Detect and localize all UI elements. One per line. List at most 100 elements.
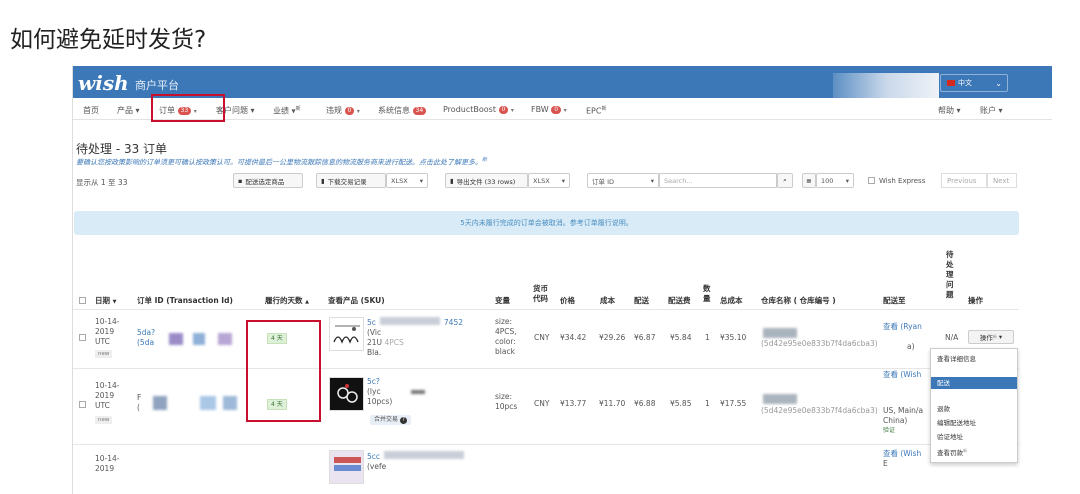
th-shipping: 配送 (634, 296, 649, 305)
menu-ship[interactable]: 配送 (931, 377, 1017, 389)
search-icon[interactable]: ⌕ (777, 173, 793, 188)
nav-system-info[interactable]: 系统信息 34 (378, 105, 427, 116)
per-page-select[interactable]: 100 ▾ (816, 173, 854, 188)
search-input[interactable]: Search... (659, 173, 777, 188)
row2-total: ¥17.55 (720, 399, 747, 408)
row3-date: 10-14- 2019 (95, 454, 120, 473)
th-action: 操作 (968, 296, 983, 305)
th-days[interactable]: 履行的天数 ▲ (265, 295, 309, 306)
row2-variant: size: 10pcs (495, 392, 518, 411)
menu-view-fines[interactable]: 查看罚款新 (931, 445, 1017, 457)
nav-help[interactable]: 帮助 ▾ (938, 105, 961, 116)
row2-cost: ¥11.70 (599, 399, 626, 408)
product-image-icon (334, 457, 361, 471)
th-price: 价格 (560, 296, 575, 305)
nav-fbw[interactable]: FBW 0 ▾ (531, 105, 567, 114)
row-checkbox[interactable] (79, 334, 86, 341)
row1-price: ¥34.42 (560, 333, 587, 342)
nav-productboost[interactable]: ProductBoost 0 ▾ (443, 105, 514, 114)
nav-violations[interactable]: 违规 0 ▾ (326, 105, 360, 116)
product-thumbnail[interactable] (329, 377, 364, 411)
list-icon[interactable]: ≣ (802, 173, 816, 188)
action-button[interactable]: 操作新 ▾ (968, 330, 1014, 344)
menu-verify-address[interactable]: 验证地址 (931, 431, 1017, 443)
language-select[interactable]: 中文 ⌄ (940, 74, 1008, 92)
ship-selected-button[interactable]: ▪ 配送选定商品 (233, 173, 303, 188)
new-badge: new (95, 350, 113, 358)
th-sku[interactable]: 查看产品 (SKU) (328, 295, 385, 306)
days-highlight-box (246, 320, 321, 422)
format-select-2[interactable]: XLSX ▾ (528, 173, 570, 188)
nav-products[interactable]: 产品 ▾ (117, 105, 140, 116)
th-variant: 变量 (495, 296, 510, 305)
row-divider (73, 368, 1019, 369)
row1-order-id[interactable]: 5da? (5da (137, 328, 155, 348)
row2-currency: CNY (534, 399, 550, 408)
th-order-id[interactable]: 订单 ID (Transaction Id) (137, 295, 233, 306)
blurred-id (200, 396, 216, 410)
row1-ship-to[interactable]: 查看 (Ryan a) (883, 322, 922, 352)
format-select-1[interactable]: XLSX ▾ (386, 173, 428, 188)
export-icon: ▮ (450, 176, 454, 185)
th-date[interactable]: 日期 ▼ (95, 295, 116, 306)
nav-home[interactable]: 首页 (83, 105, 99, 116)
blurred-warehouse (763, 328, 797, 338)
search-field-select[interactable]: 订单 ID ▾ (587, 173, 659, 188)
merge-transactions-pill[interactable]: 合并交易 ? (370, 415, 411, 425)
row1-shipping: ¥6.87 (634, 333, 656, 342)
row3-ship-to[interactable]: 查看 (Wish E (883, 449, 921, 469)
blurred-warehouse (763, 394, 797, 404)
menu-edit-address[interactable]: 编辑配送地址 (931, 417, 1017, 429)
nav-performance[interactable]: 业绩 ▾新 (273, 105, 301, 117)
row-divider (73, 444, 1019, 445)
header-divider (73, 309, 1019, 310)
blurred-id (169, 333, 183, 345)
wish-express-label: Wish Express (879, 177, 926, 185)
blurred-id (193, 333, 205, 345)
next-button[interactable]: Next (987, 173, 1017, 188)
blurred-account-area (833, 73, 939, 99)
th-cost: 成本 (600, 296, 615, 305)
showing-count: 显示从 1 至 33 (76, 178, 128, 187)
row1-warehouse: (5d42e95e0e833b7f4da6cba3) (761, 339, 878, 348)
row1-shipping-fee: ¥5.84 (670, 333, 692, 342)
wish-express-checkbox[interactable] (868, 177, 875, 184)
merchant-label: 商户平台 (135, 79, 179, 92)
menu-refund[interactable]: 退款 (931, 403, 1017, 415)
nav-epc[interactable]: EPC新 (586, 105, 606, 116)
nav-account[interactable]: 账户 ▾ (980, 105, 1003, 116)
info-bar: 5天内未履行完成的订单会被取消。参考订单履行说明。 (74, 211, 1019, 235)
china-flag-icon (947, 80, 955, 86)
language-label: 中文 (958, 79, 972, 87)
row-checkbox[interactable] (79, 401, 86, 408)
download-icon: ▮ (321, 176, 325, 185)
row1-cost: ¥29.26 (599, 333, 626, 342)
row1-currency: CNY (534, 333, 550, 342)
export-file-button[interactable]: ▮ 导出文件 (33 rows) (445, 173, 528, 188)
policy-notice[interactable]: 要确认您按政策影响的订单须更可确认按政策认可。可提供最后一公里物流跟踪信息的物流… (76, 156, 487, 167)
download-records-button[interactable]: ▮ 下载交易记录 (316, 173, 386, 188)
row2-quantity: 1 (705, 399, 710, 408)
product-thumbnail[interactable] (329, 317, 364, 351)
row1-total: ¥35.10 (720, 333, 747, 342)
wish-logo[interactable]: wish (78, 71, 129, 95)
th-total-cost: 总成本 (720, 296, 743, 305)
row3-sku[interactable]: 5cc (vefe (367, 451, 465, 472)
row2-date: 10-14- 2019 UTC (95, 381, 120, 410)
merchant-screenshot: wish 商户平台 中文 ⌄ 首页 产品 ▾ 订单 33 ▾ 客户问题 ▾ 业绩… (72, 66, 1052, 494)
row2-sku[interactable]: 5c? (lyc 10pcs) (367, 377, 425, 407)
row2-order-id[interactable]: F( (137, 393, 141, 413)
row1-date: 10-14- 2019 UTC (95, 317, 120, 346)
previous-button[interactable]: Previous (941, 173, 987, 188)
product-thumbnail[interactable] (329, 450, 364, 484)
th-ship-to: 配送至 (883, 296, 906, 305)
row2-ship-to[interactable]: 查看 (Wish US, Main/a China) 验证 (883, 370, 923, 436)
row2-price: ¥13.77 (560, 399, 587, 408)
row2-shipping-fee: ¥5.85 (670, 399, 692, 408)
select-all-checkbox[interactable] (79, 297, 86, 304)
blurred-id (223, 396, 237, 410)
menu-view-details[interactable]: 查看详细信息 (931, 353, 1017, 365)
action-dropdown-menu: 查看详细信息 配送 退款 编辑配送地址 验证地址 查看罚款新 (930, 348, 1018, 463)
row2-warehouse: (5d42e95e0e833b7f4da6cba3) (761, 406, 878, 415)
row1-sku[interactable]: 5c 7452 (Vic 21U 4PCS Bla. (367, 317, 463, 358)
